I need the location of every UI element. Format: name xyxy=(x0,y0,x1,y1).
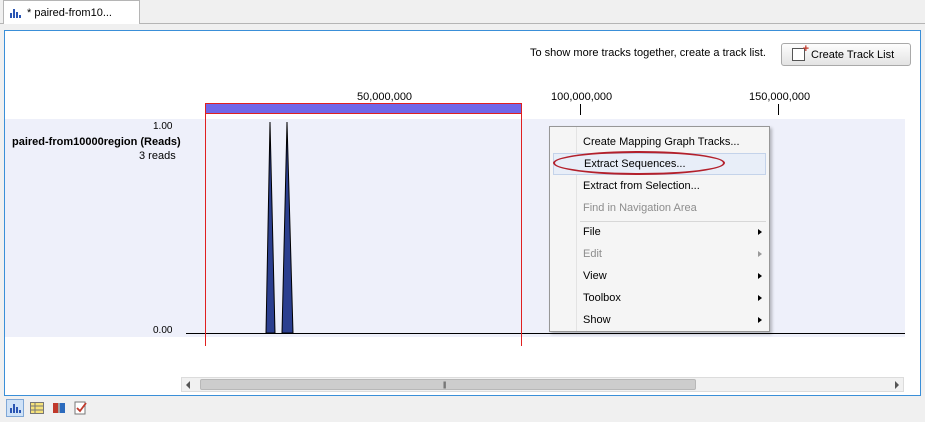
selection-bar[interactable] xyxy=(206,104,521,114)
text-view-button[interactable] xyxy=(50,399,68,417)
coverage-peak xyxy=(265,121,276,334)
table-view-icon xyxy=(30,402,44,414)
history-icon xyxy=(74,401,87,415)
submenu-arrow-icon xyxy=(758,273,762,279)
menu-item-file[interactable]: File xyxy=(553,221,766,243)
submenu-arrow-icon xyxy=(758,295,762,301)
menu-item-find-in-navigation-area[interactable]: Find in Navigation Area xyxy=(553,197,766,219)
menu-item-toolbox[interactable]: Toolbox xyxy=(553,287,766,309)
grip-icon: ||| xyxy=(443,382,447,389)
scrollbar-thumb[interactable]: ||| xyxy=(200,379,696,390)
view-toolbar xyxy=(4,396,921,420)
coverage-peaks xyxy=(265,121,294,334)
submenu-arrow-icon xyxy=(758,317,762,323)
horizontal-scrollbar[interactable]: ||| xyxy=(181,377,904,392)
menu-item-edit[interactable]: Edit xyxy=(553,243,766,265)
menu-item-extract-sequences[interactable]: Extract Sequences... xyxy=(553,153,766,175)
submenu-arrow-icon xyxy=(758,229,762,235)
book-icon xyxy=(53,403,65,413)
scroll-left-icon[interactable] xyxy=(186,381,190,389)
track-view-button[interactable] xyxy=(6,399,24,417)
menu-item-view[interactable]: View xyxy=(553,265,766,287)
history-view-button[interactable] xyxy=(72,399,90,417)
table-view-button[interactable] xyxy=(28,399,46,417)
track-view-icon xyxy=(10,404,21,413)
submenu-arrow-icon xyxy=(758,251,762,257)
scroll-right-icon[interactable] xyxy=(895,381,899,389)
menu-item-show[interactable]: Show xyxy=(553,309,766,331)
coverage-peak xyxy=(281,121,294,334)
menu-item-create-mapping-graph-tracks[interactable]: Create Mapping Graph Tracks... xyxy=(553,131,766,153)
menu-item-extract-from-selection[interactable]: Extract from Selection... xyxy=(553,175,766,197)
context-menu: Create Mapping Graph Tracks... Extract S… xyxy=(549,126,770,332)
